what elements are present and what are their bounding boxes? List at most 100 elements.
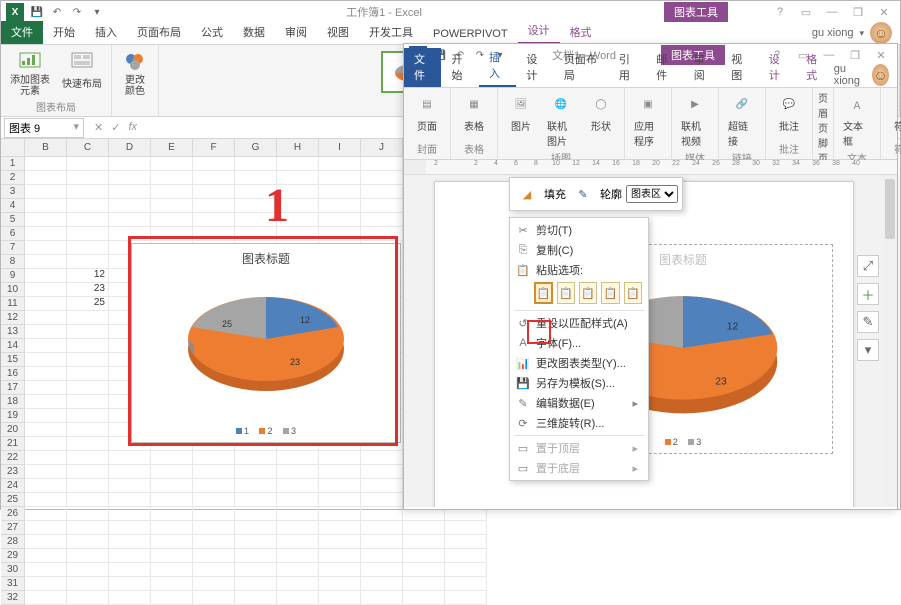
- cell-C1[interactable]: [67, 157, 109, 171]
- cell-F30[interactable]: [193, 563, 235, 577]
- cell-I31[interactable]: [319, 577, 361, 591]
- cell-C15[interactable]: [67, 353, 109, 367]
- horizontal-ruler[interactable]: 2246810121416182022242628303234363840: [404, 160, 897, 175]
- cell-B8[interactable]: [25, 255, 67, 269]
- row-4[interactable]: 4: [1, 199, 25, 213]
- cell-H22[interactable]: [277, 451, 319, 465]
- tab-powerpivot[interactable]: POWERPIVOT: [423, 25, 518, 44]
- cell-D25[interactable]: [109, 493, 151, 507]
- cell-J24[interactable]: [361, 479, 403, 493]
- cell-B28[interactable]: [25, 535, 67, 549]
- cell-E1[interactable]: [151, 157, 193, 171]
- cell-B20[interactable]: [25, 423, 67, 437]
- quick-layout-button[interactable]: 快速布局: [58, 47, 106, 92]
- table-button[interactable]: ▦表格: [456, 90, 492, 135]
- row-29[interactable]: 29: [1, 549, 25, 563]
- symbol-button[interactable]: Ω符号: [886, 90, 901, 135]
- cell-B1[interactable]: [25, 157, 67, 171]
- cell-G22[interactable]: [235, 451, 277, 465]
- cell-I3[interactable]: [319, 185, 361, 199]
- cell-I2[interactable]: [319, 171, 361, 185]
- cell-E31[interactable]: [151, 577, 193, 591]
- cell-J29[interactable]: [361, 549, 403, 563]
- col-I[interactable]: I: [319, 139, 361, 157]
- col-D[interactable]: D: [109, 139, 151, 157]
- cell-L29[interactable]: [445, 549, 487, 563]
- cell-B25[interactable]: [25, 493, 67, 507]
- cell-F4[interactable]: [193, 199, 235, 213]
- cell-E3[interactable]: [151, 185, 193, 199]
- row-25[interactable]: 25: [1, 493, 25, 507]
- chart-element-select[interactable]: 图表区: [626, 185, 678, 203]
- cell-E25[interactable]: [151, 493, 193, 507]
- cell-J25[interactable]: [361, 493, 403, 507]
- cell-H23[interactable]: [277, 465, 319, 479]
- cell-B3[interactable]: [25, 185, 67, 199]
- cell-D3[interactable]: [109, 185, 151, 199]
- tab-chart-format[interactable]: 格式: [796, 48, 833, 87]
- cell-D32[interactable]: [109, 591, 151, 605]
- cell-C28[interactable]: [67, 535, 109, 549]
- cell-F31[interactable]: [193, 577, 235, 591]
- tab-home[interactable]: 开始: [441, 48, 478, 87]
- cell-D5[interactable]: [109, 213, 151, 227]
- cell-D22[interactable]: [109, 451, 151, 465]
- tab-formulas[interactable]: 公式: [191, 21, 233, 44]
- ctx-3d-rotate[interactable]: ⟳三维旋转(R)...: [510, 413, 648, 433]
- cell-F3[interactable]: [193, 185, 235, 199]
- row-26[interactable]: 26: [1, 507, 25, 521]
- cell-F29[interactable]: [193, 549, 235, 563]
- row-23[interactable]: 23: [1, 465, 25, 479]
- help-icon[interactable]: ?: [768, 6, 792, 19]
- enter-icon[interactable]: ✓: [111, 121, 120, 134]
- ctx-change-chart-type[interactable]: 📊更改图表类型(Y)...: [510, 353, 648, 373]
- ctx-copy[interactable]: ⎘复制(C): [510, 240, 648, 260]
- cell-B12[interactable]: [25, 311, 67, 325]
- chart-filters-button[interactable]: ▾: [857, 339, 879, 361]
- avatar-icon[interactable]: ☺: [870, 22, 892, 44]
- cell-L32[interactable]: [445, 591, 487, 605]
- paste-use-dest-button[interactable]: 📋: [557, 282, 575, 304]
- change-colors-button[interactable]: 更改 颜色: [117, 47, 153, 99]
- tab-pagelayout[interactable]: 页面布局: [554, 48, 609, 87]
- cell-I23[interactable]: [319, 465, 361, 479]
- document-area[interactable]: 图表标题 12 23 2 3 ⤢ ＋ ✎ ▾: [404, 175, 897, 507]
- cell-C32[interactable]: [67, 591, 109, 605]
- cell-C13[interactable]: [67, 325, 109, 339]
- cell-B32[interactable]: [25, 591, 67, 605]
- col-J[interactable]: J: [361, 139, 403, 157]
- tab-file[interactable]: 文件: [1, 21, 43, 44]
- cell-D26[interactable]: [109, 507, 151, 521]
- row-31[interactable]: 31: [1, 577, 25, 591]
- tab-home[interactable]: 开始: [43, 21, 85, 44]
- row-8[interactable]: 8: [1, 255, 25, 269]
- shapes-button[interactable]: ◯形状: [583, 90, 619, 135]
- cell-F25[interactable]: [193, 493, 235, 507]
- paste-text-button[interactable]: 📋: [624, 282, 642, 304]
- picture-button[interactable]: 🖼图片: [503, 90, 539, 135]
- footer-button[interactable]: 页脚: [818, 120, 828, 150]
- cell-D1[interactable]: [109, 157, 151, 171]
- cell-C14[interactable]: [67, 339, 109, 353]
- tab-design[interactable]: 设计: [516, 48, 553, 87]
- cell-E28[interactable]: [151, 535, 193, 549]
- cell-G27[interactable]: [235, 521, 277, 535]
- cell-C9[interactable]: 12: [67, 269, 109, 283]
- cell-J1[interactable]: [361, 157, 403, 171]
- minimize-icon[interactable]: —: [820, 6, 844, 19]
- cell-H1[interactable]: [277, 157, 319, 171]
- tab-file[interactable]: 文件: [404, 48, 441, 87]
- cell-J22[interactable]: [361, 451, 403, 465]
- cell-D30[interactable]: [109, 563, 151, 577]
- row-12[interactable]: 12: [1, 311, 25, 325]
- cell-E26[interactable]: [151, 507, 193, 521]
- cell-E32[interactable]: [151, 591, 193, 605]
- tab-insert[interactable]: 插入: [479, 46, 516, 87]
- cell-B26[interactable]: [25, 507, 67, 521]
- row-16[interactable]: 16: [1, 367, 25, 381]
- add-chart-element-button[interactable]: 添加图表 元素: [6, 47, 54, 99]
- cell-F26[interactable]: [193, 507, 235, 521]
- cell-J23[interactable]: [361, 465, 403, 479]
- restore-icon[interactable]: ❐: [843, 49, 867, 62]
- cell-B5[interactable]: [25, 213, 67, 227]
